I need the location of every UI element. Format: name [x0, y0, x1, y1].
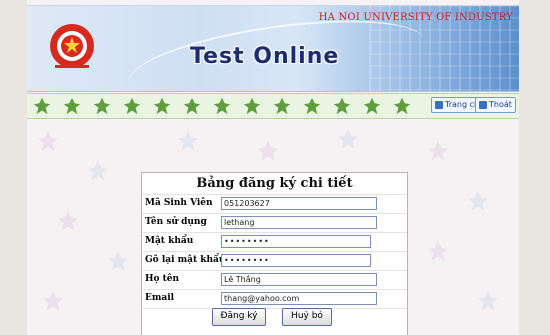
- password-input[interactable]: ••••••••: [221, 235, 371, 248]
- leaf-icon: [393, 97, 411, 115]
- form-row-password: Mật khẩu ••••••••: [142, 232, 407, 251]
- leaf-icon: [333, 97, 351, 115]
- leaf-icon: [93, 97, 111, 115]
- nav-exit-button[interactable]: Thoát: [475, 97, 516, 113]
- leaf-icon: [153, 97, 171, 115]
- confirm-password-input[interactable]: ••••••••: [221, 254, 371, 267]
- username-label: Tên sử dụng: [145, 217, 207, 227]
- student-id-input[interactable]: 051203627: [221, 197, 377, 210]
- password-label: Mật khẩu: [145, 236, 194, 246]
- leaf-icon: [363, 97, 381, 115]
- nav-exit-label: Thoát: [489, 100, 512, 109]
- cancel-button[interactable]: Huỷ bỏ: [282, 308, 332, 326]
- form-row-fullname: Họ tên Lê Thắng: [142, 270, 407, 289]
- form-row-confirm-password: Gõ lại mật khẩu ••••••••: [142, 251, 407, 270]
- exit-icon: [479, 101, 487, 109]
- home-icon: [435, 101, 443, 109]
- leaf-icon: [183, 97, 201, 115]
- form-row-actions: [142, 308, 407, 335]
- fullname-label: Họ tên: [145, 274, 180, 284]
- email-label: Email: [145, 293, 175, 303]
- form-row-student-id: Mã Sinh Viên 051203627: [142, 194, 407, 213]
- email-input[interactable]: thang@yahoo.com: [221, 292, 377, 305]
- header-banner: HA NOI UNIVERSITY OF INDUSTRY Test Onlin…: [27, 5, 519, 92]
- page: HA NOI UNIVERSITY OF INDUSTRY Test Onlin…: [27, 0, 519, 335]
- app-title: Test Online: [190, 44, 340, 69]
- leaf-icon: [273, 97, 291, 115]
- university-name: HA NOI UNIVERSITY OF INDUSTRY: [318, 12, 513, 23]
- form-row-email: Email thang@yahoo.com: [142, 289, 407, 308]
- registration-form: Bảng đăng ký chi tiết Mã Sinh Viên 05120…: [141, 172, 408, 335]
- form-title: Bảng đăng ký chi tiết: [196, 176, 353, 191]
- username-input[interactable]: lethang: [221, 216, 377, 229]
- leaf-icon: [123, 97, 141, 115]
- leaf-icon: [303, 97, 321, 115]
- leaf-icon: [33, 97, 51, 115]
- leaf-icon: [213, 97, 231, 115]
- leaf-icon: [63, 97, 81, 115]
- confirm-password-label: Gõ lại mật khẩu: [145, 255, 226, 265]
- form-row-username: Tên sử dụng lethang: [142, 213, 407, 232]
- leaf-icon: [243, 97, 261, 115]
- university-logo: [50, 24, 94, 68]
- student-id-label: Mã Sinh Viên: [145, 198, 213, 208]
- register-button[interactable]: Đăng ký: [212, 308, 266, 326]
- fullname-input[interactable]: Lê Thắng: [221, 273, 377, 286]
